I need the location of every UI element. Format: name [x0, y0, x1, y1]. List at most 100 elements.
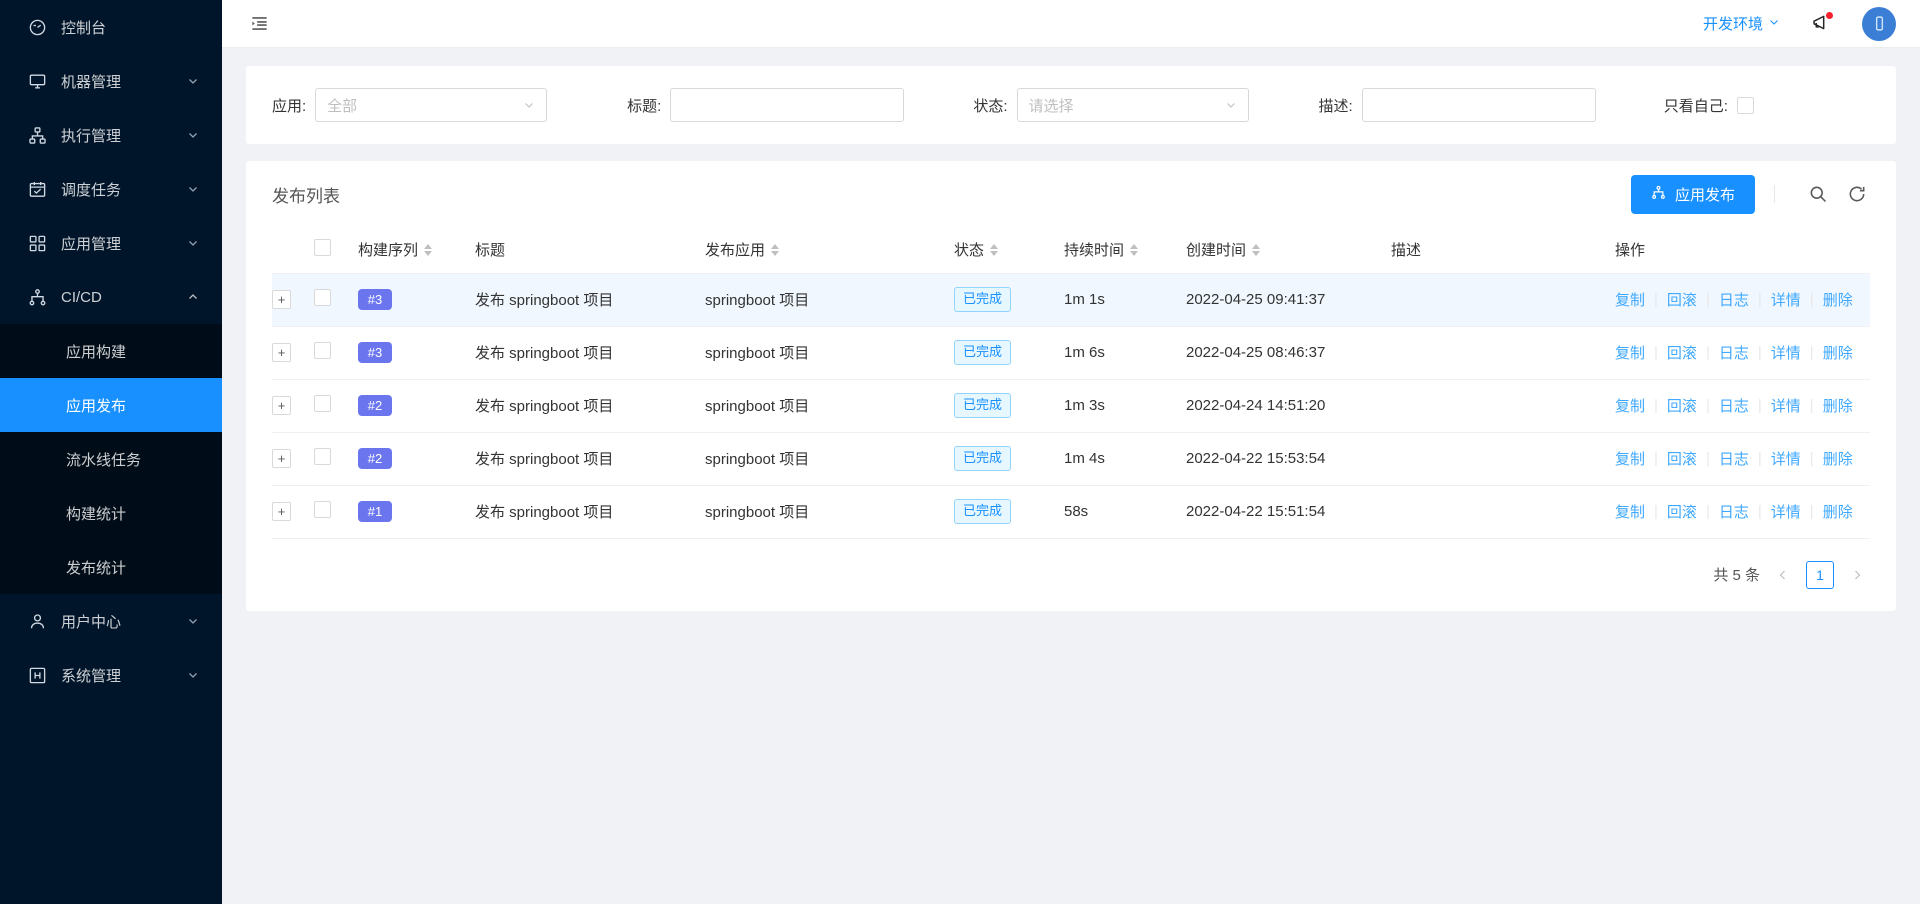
action-rollback[interactable]: 回滚: [1667, 342, 1697, 363]
action-log[interactable]: 日志: [1719, 501, 1749, 522]
row-checkbox[interactable]: [314, 395, 331, 412]
action-copy[interactable]: 复制: [1615, 342, 1645, 363]
action-detail[interactable]: 详情: [1771, 395, 1801, 416]
sidebar-item-schedule[interactable]: 调度任务: [0, 162, 222, 216]
cell-build-seq: #1: [358, 485, 475, 539]
reload-icon[interactable]: [1844, 181, 1870, 207]
select-all-checkbox[interactable]: [314, 239, 331, 257]
table-row[interactable]: + #3 发布 springboot 项目 springboot 项目 已完成 …: [272, 326, 1870, 380]
action-log[interactable]: 日志: [1719, 395, 1749, 416]
table-row[interactable]: + #2 发布 springboot 项目 springboot 项目 已完成 …: [272, 379, 1870, 433]
filter-title: 标题:: [627, 88, 905, 122]
th-label: 创建时间: [1186, 242, 1247, 260]
filter-desc-label: 描述:: [1318, 97, 1353, 115]
action-detail[interactable]: 详情: [1771, 342, 1801, 363]
only-mine-checkbox[interactable]: [1736, 96, 1754, 114]
cell-expand: +: [272, 485, 314, 539]
sort-icon[interactable]: [771, 243, 780, 256]
th-release-app[interactable]: 发布应用: [705, 227, 954, 274]
chevron-left-icon[interactable]: [1770, 562, 1796, 588]
action-delete[interactable]: 删除: [1823, 501, 1853, 522]
action-delete[interactable]: 删除: [1823, 342, 1853, 363]
sidebar-item-application[interactable]: 应用管理: [0, 216, 222, 270]
notification-button[interactable]: [1808, 11, 1834, 37]
environment-selector[interactable]: 开发环境: [1703, 13, 1780, 34]
action-detail[interactable]: 详情: [1771, 501, 1801, 522]
action-rollback[interactable]: 回滚: [1667, 501, 1697, 522]
action-log[interactable]: 日志: [1719, 342, 1749, 363]
avatar[interactable]: [1862, 6, 1896, 41]
page-content: 应用: 全部 标题: 状态: 请选择 描述: 只看自己: 发布列表 应用发布 构…: [222, 48, 1920, 904]
sidebar-item-build-stats[interactable]: 构建统计: [0, 486, 222, 540]
row-checkbox[interactable]: [314, 448, 331, 465]
row-checkbox[interactable]: [314, 501, 331, 518]
sidebar-item-machine[interactable]: 机器管理: [0, 54, 222, 108]
desktop-icon: [26, 70, 48, 92]
status-select[interactable]: 请选择: [1016, 88, 1249, 122]
sidebar-item-release-stats[interactable]: 发布统计: [0, 540, 222, 594]
sidebar-item-cicd[interactable]: CI/CD: [0, 270, 222, 324]
menu-fold-icon[interactable]: [246, 11, 272, 37]
filter-status-label: 状态:: [973, 97, 1008, 115]
cell-created: 2022-04-25 09:41:37: [1186, 273, 1391, 327]
th-status[interactable]: 状态: [954, 227, 1064, 274]
action-rollback[interactable]: 回滚: [1667, 395, 1697, 416]
table-row[interactable]: + #1 发布 springboot 项目 springboot 项目 已完成 …: [272, 485, 1870, 539]
appstore-icon: [26, 232, 48, 254]
expand-row-button[interactable]: +: [272, 502, 291, 521]
row-checkbox[interactable]: [314, 342, 331, 359]
row-checkbox[interactable]: [314, 289, 331, 306]
sidebar-item-pipeline-task[interactable]: 流水线任务: [0, 432, 222, 486]
action-separator: |: [1757, 397, 1762, 414]
chevron-down-icon: [186, 128, 200, 142]
sidebar-item-label: 系统管理: [61, 667, 122, 685]
app-select[interactable]: 全部: [315, 88, 548, 122]
expand-row-button[interactable]: +: [272, 290, 291, 309]
app-release-button[interactable]: 应用发布: [1630, 174, 1755, 214]
pagination-page-1[interactable]: 1: [1806, 560, 1834, 589]
th-build-seq[interactable]: 构建序列: [358, 227, 475, 274]
desc-input[interactable]: [1361, 88, 1596, 122]
action-rollback[interactable]: 回滚: [1667, 448, 1697, 469]
expand-row-button[interactable]: +: [272, 396, 291, 415]
sort-icon[interactable]: [990, 243, 999, 256]
expand-row-button[interactable]: +: [272, 343, 291, 362]
notification-badge-dot: [1826, 11, 1833, 19]
action-log[interactable]: 日志: [1719, 289, 1749, 310]
title-input[interactable]: [670, 88, 905, 122]
action-detail[interactable]: 详情: [1771, 289, 1801, 310]
table-row[interactable]: + #3 发布 springboot 项目 springboot 项目 已完成 …: [272, 273, 1870, 327]
action-copy[interactable]: 复制: [1615, 448, 1645, 469]
sidebar-item-execution[interactable]: 执行管理: [0, 108, 222, 162]
sidebar-item-app-build[interactable]: 应用构建: [0, 324, 222, 378]
action-copy[interactable]: 复制: [1615, 289, 1645, 310]
action-delete[interactable]: 删除: [1823, 395, 1853, 416]
action-rollback[interactable]: 回滚: [1667, 289, 1697, 310]
release-list-card: 发布列表 应用发布 构建序列 标题 发布应用 状态 持续时间 创建时间 描述 操…: [246, 161, 1896, 611]
action-detail[interactable]: 详情: [1771, 448, 1801, 469]
cell-app: springboot 项目: [705, 379, 954, 433]
th-duration[interactable]: 持续时间: [1064, 227, 1186, 274]
sidebar-item-user-center[interactable]: 用户中心: [0, 594, 222, 648]
sidebar-item-dashboard[interactable]: 控制台: [0, 0, 222, 54]
action-separator: |: [1654, 397, 1658, 414]
status-badge: 已完成: [954, 393, 1012, 418]
search-icon[interactable]: [1805, 181, 1831, 207]
th-created[interactable]: 创建时间: [1186, 227, 1391, 274]
sort-icon[interactable]: [1130, 243, 1139, 256]
expand-row-button[interactable]: +: [272, 449, 291, 468]
chevron-right-icon[interactable]: [1844, 562, 1870, 588]
sidebar-item-app-release[interactable]: 应用发布: [0, 378, 222, 432]
table-header-row: 构建序列 标题 发布应用 状态 持续时间 创建时间 描述 操作: [272, 227, 1870, 274]
action-log[interactable]: 日志: [1719, 448, 1749, 469]
sidebar-item-system[interactable]: 系统管理: [0, 648, 222, 702]
table-row[interactable]: + #2 发布 springboot 项目 springboot 项目 已完成 …: [272, 432, 1870, 486]
action-copy[interactable]: 复制: [1615, 501, 1645, 522]
sort-icon[interactable]: [424, 243, 433, 256]
action-delete[interactable]: 删除: [1823, 289, 1853, 310]
action-delete[interactable]: 删除: [1823, 448, 1853, 469]
cell-duration: 1m 4s: [1064, 432, 1186, 486]
sort-icon[interactable]: [1252, 243, 1261, 256]
action-copy[interactable]: 复制: [1615, 395, 1645, 416]
pagination-total: 共 5 条: [1713, 567, 1760, 584]
